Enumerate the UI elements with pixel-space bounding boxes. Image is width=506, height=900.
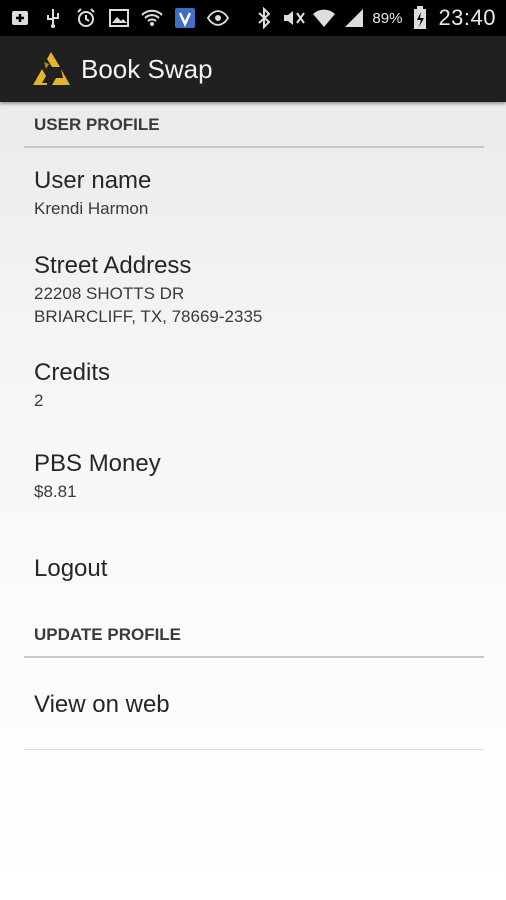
section-header-user-profile: USER PROFILE [24, 102, 484, 148]
user-name-item[interactable]: User name Krendi Harmon [34, 167, 484, 220]
section-header-update-profile: UPDATE PROFILE [24, 612, 484, 658]
usb-icon [41, 6, 65, 30]
credits-label: Credits [34, 359, 111, 386]
street-address-line2: BRIARCLIFF, TX, 78669-2335 [34, 307, 263, 326]
user-name-value: Krendi Harmon [34, 199, 149, 218]
signal-icon [342, 6, 366, 30]
battery-percent: 89% [372, 9, 403, 27]
status-bar: 89% 23:40 [0, 0, 506, 36]
pbs-money-label: PBS Money [34, 450, 161, 477]
wifi-icon [312, 6, 336, 30]
system-icons: 89% 23:40 [252, 0, 496, 36]
credits-value: 2 [34, 391, 44, 410]
notification-icons [0, 0, 230, 36]
user-name-label: User name [34, 167, 152, 194]
action-bar: Book Swap [0, 36, 506, 102]
recycle-book-logo-icon[interactable] [30, 48, 72, 90]
list-divider [24, 749, 484, 750]
logout-label: Logout [34, 555, 108, 582]
pbs-money-value: $8.81 [34, 482, 77, 501]
view-on-web-item[interactable]: View on web [34, 691, 484, 719]
logout-item[interactable]: Logout [34, 555, 484, 583]
eye-icon [206, 6, 230, 30]
view-on-web-label: View on web [34, 691, 170, 718]
battery-charging-icon [408, 6, 432, 30]
app-title: Book Swap [81, 53, 213, 84]
add-notification-icon [8, 6, 32, 30]
street-address-line1: 22208 SHOTTS DR [34, 284, 185, 303]
pbs-money-item[interactable]: PBS Money $8.81 [34, 450, 484, 503]
street-address-label: Street Address [34, 252, 192, 279]
image-icon [107, 6, 131, 30]
credits-item[interactable]: Credits 2 [34, 359, 484, 412]
alarm-icon [74, 6, 98, 30]
clock: 23:40 [438, 5, 496, 30]
mute-icon [282, 6, 306, 30]
wifi-hotspot-icon [140, 6, 164, 30]
bluetooth-icon [252, 6, 276, 30]
v-app-icon [173, 6, 197, 30]
street-address-item[interactable]: Street Address 22208 SHOTTS DR BRIARCLIF… [34, 252, 484, 328]
